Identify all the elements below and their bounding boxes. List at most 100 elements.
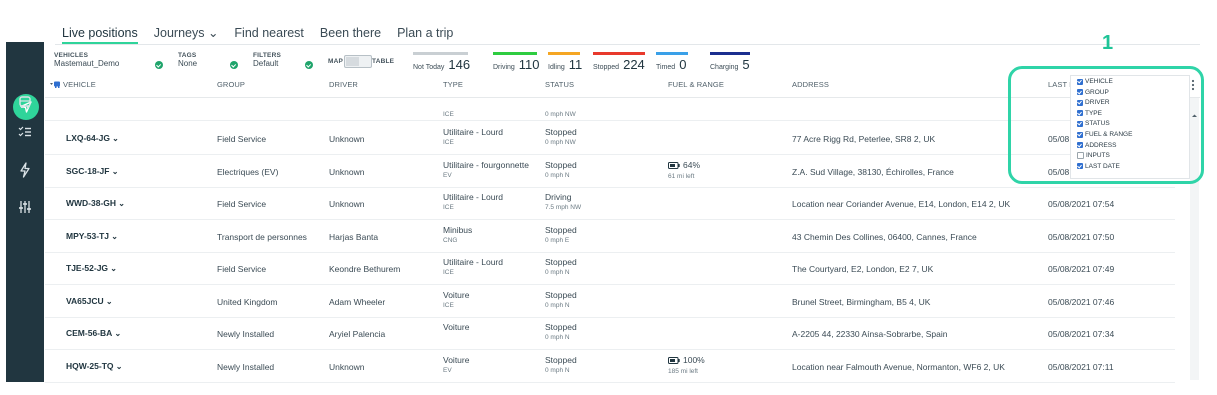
vehicle-registration[interactable]: VA65JCU bbox=[66, 296, 113, 306]
vehicle-registration[interactable]: WWD-38-GH bbox=[66, 198, 125, 208]
nav-vehicles-button[interactable] bbox=[6, 87, 44, 117]
status-cell: Stopped bbox=[545, 289, 577, 300]
partial-row-status-sub: 0 mph NW bbox=[545, 111, 576, 118]
vehicles-check-icon bbox=[155, 61, 163, 69]
fuel-range-cell: 100% bbox=[668, 355, 705, 365]
filters-filter[interactable]: FILTERS Default bbox=[253, 52, 281, 68]
map-table-toggle[interactable] bbox=[344, 55, 372, 68]
stat-idling-count: 11 bbox=[568, 57, 583, 72]
table-row[interactable] bbox=[45, 317, 1175, 349]
type-sub-cell: ICE bbox=[443, 301, 454, 309]
filters-filter-label: FILTERS bbox=[253, 52, 281, 59]
fuel-range-cell: 64% bbox=[668, 160, 700, 170]
stat-timed[interactable]: Timed 0 bbox=[656, 52, 688, 71]
address-column-header[interactable]: ADDRESS bbox=[792, 80, 829, 89]
fuel-range-sub-cell: 61 mi left bbox=[668, 172, 695, 180]
type-cell: Minibus bbox=[443, 224, 473, 235]
driver-cell: Harjas Banta bbox=[329, 231, 379, 242]
stat-charging[interactable]: Charging 5 bbox=[710, 52, 750, 71]
address-cell: A-2205 44, 22330 Aínsa-Sobrarbe, Spain bbox=[792, 329, 948, 339]
address-cell: Brunel Street, Birmingham, B5 4, UK bbox=[792, 296, 931, 307]
fuel-range-sub-cell: 185 mi left bbox=[668, 367, 698, 375]
tags-check-icon bbox=[230, 61, 238, 69]
vehicle-registration[interactable]: CEM-56-BA bbox=[66, 328, 121, 338]
vehicle-column-header[interactable]: VEHICLE bbox=[50, 80, 96, 89]
status-speed-cell: 0 mph N bbox=[545, 269, 570, 276]
group-cell: Field Service bbox=[217, 134, 267, 144]
stat-stopped-count: 224 bbox=[623, 57, 645, 72]
tags-filter[interactable]: TAGS None bbox=[178, 52, 197, 68]
driver-cell: Unknown bbox=[329, 361, 365, 372]
row-divider bbox=[45, 381, 1175, 383]
vehicle-registration[interactable]: LXQ-64-JG bbox=[66, 133, 119, 143]
type-column-header[interactable]: TYPE bbox=[443, 80, 463, 89]
address-cell: Z.A. Sud Village, 38130, Échirolles, Fra… bbox=[792, 166, 954, 177]
column-settings-icon bbox=[50, 81, 60, 88]
tab-live-positions[interactable]: Live positions bbox=[62, 24, 138, 44]
group-cell: Newly Installed bbox=[217, 361, 275, 372]
nav-tasks-button[interactable] bbox=[6, 117, 44, 147]
last-date-cell: 05/08/2021 07:34 bbox=[1048, 329, 1115, 339]
vehicles-filter-label: VEHICLES bbox=[54, 52, 89, 59]
stat-driving-label: Driving bbox=[493, 64, 515, 71]
address-cell: Location near Coriander Avenue, E14, Lon… bbox=[792, 199, 1011, 209]
vehicle-registration[interactable]: HQW-25-TQ bbox=[66, 361, 122, 371]
last-date-cell: 05/08/2021 07:50 bbox=[1048, 231, 1115, 242]
type-cell: Voiture bbox=[443, 354, 470, 365]
table-row[interactable] bbox=[45, 155, 1175, 187]
vehicles-filter[interactable]: VEHICLES Mastemaut_Demo bbox=[54, 52, 119, 68]
status-speed-cell: 0 mph N bbox=[545, 366, 570, 374]
status-cell: Stopped bbox=[545, 224, 577, 235]
status-speed-cell: 0 mph N bbox=[545, 301, 570, 309]
status-cell: Driving bbox=[545, 192, 572, 202]
fuel-range-column-header[interactable]: FUEL & RANGE bbox=[668, 80, 724, 89]
vehicle-registration[interactable]: MPY-53-TJ bbox=[66, 231, 118, 241]
vehicle-registration[interactable]: SGC-18-JF bbox=[66, 166, 118, 176]
group-cell: Electriques (EV) bbox=[217, 166, 279, 177]
tab-been-there[interactable]: Been there bbox=[320, 24, 381, 44]
table-row[interactable] bbox=[45, 122, 1175, 154]
address-cell: 43 Chemin Des Collines, 06400, Cannes, F… bbox=[792, 231, 977, 242]
left-nav-rail bbox=[6, 42, 44, 382]
table-view-label[interactable]: TABLE bbox=[372, 58, 394, 65]
stat-idling[interactable]: Idling 11 bbox=[548, 52, 582, 71]
tab-journeys[interactable]: Journeys ⌄ bbox=[154, 24, 219, 44]
driver-cell: Keondre Bethurem bbox=[329, 264, 401, 274]
map-view-label[interactable]: MAP bbox=[328, 58, 343, 65]
tab-find-nearest[interactable]: Find nearest bbox=[234, 24, 303, 44]
type-sub-cell: ICE bbox=[443, 269, 454, 276]
nav-settings-button[interactable] bbox=[6, 192, 44, 222]
stat-driving[interactable]: Driving 110 bbox=[493, 52, 540, 71]
fuel-percent: 100% bbox=[683, 354, 705, 365]
tab-plan-a-trip[interactable]: Plan a trip bbox=[397, 24, 453, 44]
stat-not-today-label: Not Today bbox=[413, 64, 445, 71]
status-cell: Stopped bbox=[545, 257, 577, 267]
driver-column-header[interactable]: DRIVER bbox=[329, 80, 358, 89]
driver-cell: Aryiel Palencia bbox=[329, 329, 386, 339]
type-cell: Utilitaire - Lourd bbox=[443, 257, 503, 267]
type-sub-cell: EV bbox=[443, 171, 452, 179]
stat-driving-count: 110 bbox=[518, 57, 540, 72]
group-cell: Newly Installed bbox=[217, 329, 275, 339]
table-row[interactable] bbox=[45, 350, 1175, 382]
stat-timed-label: Timed bbox=[656, 64, 676, 71]
table-row[interactable] bbox=[45, 220, 1175, 252]
type-cell: Utilitaire - Lourd bbox=[443, 127, 503, 137]
last-date-cell: 05/08/2021 07:11 bbox=[1048, 361, 1114, 372]
group-column-header[interactable]: GROUP bbox=[217, 80, 245, 89]
nav-ev-button[interactable] bbox=[6, 155, 44, 185]
battery-icon bbox=[668, 356, 680, 364]
car-icon bbox=[19, 96, 31, 108]
status-speed-cell: 7.5 mph NW bbox=[545, 204, 582, 211]
type-sub-cell: EV bbox=[443, 366, 452, 374]
table-row[interactable] bbox=[45, 285, 1175, 317]
stat-stopped[interactable]: Stopped 224 bbox=[593, 52, 645, 71]
status-cell: Stopped bbox=[545, 354, 577, 365]
sliders-icon bbox=[19, 201, 31, 213]
fuel-percent: 64% bbox=[683, 159, 701, 170]
table-row[interactable] bbox=[45, 252, 1175, 284]
status-column-header[interactable]: STATUS bbox=[545, 80, 574, 89]
vehicle-registration[interactable]: TJE-52-JG bbox=[66, 263, 117, 273]
type-sub-cell: ICE bbox=[443, 204, 454, 211]
stat-not-today[interactable]: Not Today 146 bbox=[413, 52, 470, 71]
